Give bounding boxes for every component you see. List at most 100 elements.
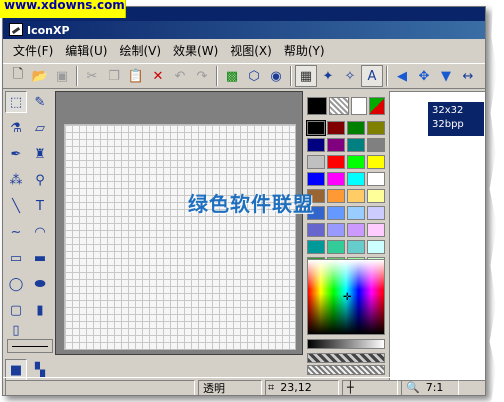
- pencil-icon[interactable]: ✎: [29, 91, 51, 113]
- palette-swatch[interactable]: [327, 138, 345, 152]
- app-icon: [9, 23, 23, 36]
- delete-icon[interactable]: ✕: [147, 65, 169, 87]
- reset-colors-icon[interactable]: [369, 97, 385, 115]
- redo-icon[interactable]: ↷: [191, 65, 213, 87]
- palette-swatch[interactable]: [327, 189, 345, 203]
- swap-colors-icon[interactable]: [351, 97, 367, 115]
- pixel-grid[interactable]: [64, 124, 296, 350]
- capture-icon[interactable]: ▩: [221, 65, 243, 87]
- background-color[interactable]: [329, 97, 349, 115]
- menu-help[interactable]: 帮助(Y): [278, 42, 331, 59]
- palette-swatch[interactable]: [307, 172, 325, 186]
- palette-swatch[interactable]: [367, 121, 385, 135]
- format-depth: 32bpp: [432, 119, 464, 130]
- rectangle-filled-icon[interactable]: ▬: [29, 247, 51, 269]
- pattern-ramp-light[interactable]: [307, 365, 385, 375]
- color-picker-icon[interactable]: ⚲: [29, 169, 51, 191]
- palette-swatch[interactable]: [367, 138, 385, 152]
- move-icon[interactable]: ✥: [413, 65, 435, 87]
- ellipse-filled-icon[interactable]: ⬬: [29, 273, 51, 295]
- select-rect-icon[interactable]: ⬚: [5, 91, 27, 113]
- palette-swatch[interactable]: [367, 189, 385, 203]
- palette-swatch[interactable]: [347, 155, 365, 169]
- palette-swatch[interactable]: [307, 223, 325, 237]
- menu-effects[interactable]: 效果(W): [167, 42, 224, 59]
- palette-swatch[interactable]: [347, 121, 365, 135]
- status-zoom: 7:1: [425, 381, 444, 394]
- arc-icon[interactable]: ◠: [29, 221, 51, 243]
- cut-icon[interactable]: ✂: [81, 65, 103, 87]
- preview-icon[interactable]: ◉: [265, 65, 287, 87]
- flip-horizontal-icon[interactable]: ↔: [457, 65, 479, 87]
- palette-swatch[interactable]: [327, 240, 345, 254]
- pattern-ramp-dark[interactable]: [307, 353, 385, 363]
- format-size: 32x32: [432, 105, 464, 116]
- palette-swatch[interactable]: [347, 223, 365, 237]
- frame-icon[interactable]: ▯: [5, 319, 27, 341]
- menu-file[interactable]: 文件(F): [7, 42, 59, 59]
- palette-swatch[interactable]: [367, 223, 385, 237]
- format-item-32x32[interactable]: 32x32 32bpp: [428, 102, 484, 136]
- color-palette: [305, 91, 387, 381]
- palette-swatch[interactable]: [327, 223, 345, 237]
- menu-view[interactable]: 视图(X): [224, 42, 278, 59]
- icon-formats-panel: 32x32 32bpp: [389, 91, 485, 381]
- watermark-url: www.xdowns.com: [0, 0, 126, 18]
- palette-swatch[interactable]: [327, 172, 345, 186]
- paste-icon[interactable]: 📋: [125, 65, 147, 87]
- text-icon[interactable]: T: [29, 195, 51, 217]
- palette-swatch[interactable]: [307, 240, 325, 254]
- window-title: IconXP: [27, 23, 70, 37]
- rounded-rect-filled-icon[interactable]: ▮: [29, 299, 51, 321]
- palette-swatch[interactable]: [347, 138, 365, 152]
- status-coords-cell: ⌗ 23,12: [265, 379, 339, 395]
- pen-icon[interactable]: ✒: [5, 143, 27, 165]
- palette-swatch[interactable]: [327, 121, 345, 135]
- status-selection-size: ┼: [342, 379, 398, 395]
- line-icon[interactable]: ╲: [5, 195, 27, 217]
- arrow-down-icon[interactable]: ▼: [435, 65, 457, 87]
- brush-icon[interactable]: ♜: [29, 143, 51, 165]
- title-bar: IconXP: [3, 21, 485, 39]
- menu-edit[interactable]: 编辑(U): [59, 42, 113, 59]
- rounded-rect-outline-icon[interactable]: ▢: [5, 299, 27, 321]
- copy-icon[interactable]: ❐: [103, 65, 125, 87]
- eraser-icon[interactable]: ▱: [29, 117, 51, 139]
- open-folder-icon[interactable]: 📂: [29, 65, 51, 87]
- grid-toggle-icon[interactable]: ▦: [295, 65, 317, 87]
- palette-swatch[interactable]: [367, 172, 385, 186]
- palette-swatch[interactable]: [347, 240, 365, 254]
- palette-swatch[interactable]: [367, 240, 385, 254]
- palette-swatch[interactable]: [367, 155, 385, 169]
- palette-swatch[interactable]: [347, 172, 365, 186]
- cube-icon[interactable]: ⬡: [243, 65, 265, 87]
- palette-swatch[interactable]: [307, 138, 325, 152]
- palette-swatch[interactable]: [347, 189, 365, 203]
- arrow-left-icon[interactable]: ◀: [391, 65, 413, 87]
- foreground-color[interactable]: [307, 97, 327, 115]
- palette-swatch[interactable]: [347, 206, 365, 220]
- menu-draw[interactable]: 绘制(V): [113, 42, 167, 59]
- torn-edge: [489, 0, 504, 402]
- palette-swatch[interactable]: [327, 155, 345, 169]
- tool-palette: ⬚ ✎ ⚗ ▱ ✒ ♜ ⁂ ⚲ ╲ T ∼ ◠ ▭ ▬ ◯ ⬬ ▢ ▮ ▯ ■ …: [5, 91, 55, 381]
- zoom-icon: 🔍: [406, 381, 420, 394]
- ellipse-outline-icon[interactable]: ◯: [5, 273, 27, 295]
- palette-swatch[interactable]: [327, 206, 345, 220]
- palette-swatch[interactable]: [307, 155, 325, 169]
- rectangle-outline-icon[interactable]: ▭: [5, 247, 27, 269]
- save-icon[interactable]: ▣: [51, 65, 73, 87]
- text-tool-icon[interactable]: A: [361, 65, 383, 87]
- new-file-icon[interactable]: 🗋: [7, 65, 29, 87]
- wand-plus-icon[interactable]: ✧: [339, 65, 361, 87]
- curve-icon[interactable]: ∼: [5, 221, 27, 243]
- watermark-overlay: 绿色软件联盟: [188, 192, 314, 216]
- line-width-selector[interactable]: [7, 339, 53, 353]
- grayscale-ramp[interactable]: [307, 339, 385, 349]
- spray-icon[interactable]: ⁂: [5, 169, 27, 191]
- magic-wand-icon[interactable]: ✦: [317, 65, 339, 87]
- fill-icon[interactable]: ⚗: [5, 117, 27, 139]
- palette-swatch[interactable]: [306, 120, 326, 136]
- palette-swatch[interactable]: [367, 206, 385, 220]
- undo-icon[interactable]: ↶: [169, 65, 191, 87]
